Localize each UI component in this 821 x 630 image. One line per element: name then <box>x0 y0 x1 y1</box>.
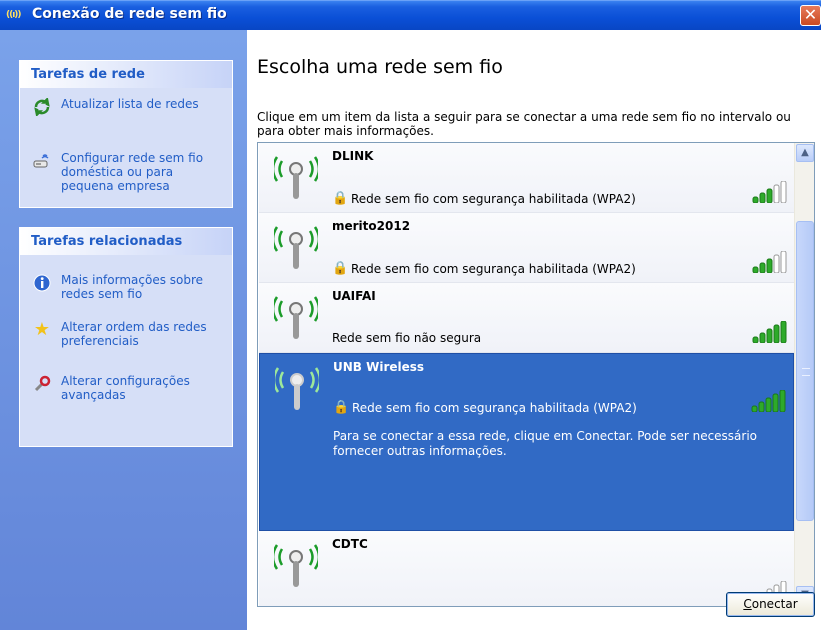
signal-bar <box>759 192 766 203</box>
refresh-network-list-link[interactable]: Atualizar lista de redes <box>32 97 211 117</box>
signal-strength-icon <box>752 181 787 203</box>
signal-bar <box>773 324 780 343</box>
signal-bar <box>759 332 766 343</box>
network-item-merito2012[interactable]: merito2012 🔒 Rede sem fio com segurança … <box>259 213 794 283</box>
sidebar: Tarefas de rede Atualizar lista de redes… <box>0 30 247 630</box>
wireless-antenna-icon <box>274 156 318 199</box>
network-name: merito2012 <box>332 219 411 233</box>
connect-button[interactable]: Conectar <box>726 592 815 617</box>
instructions-text: Clique em um item da lista a seguir para… <box>257 110 791 138</box>
network-name: CDTC <box>332 537 368 551</box>
related-tasks-panel: Tarefas relacionadas Mais informações so… <box>19 227 233 447</box>
signal-bar <box>751 405 758 412</box>
signal-bar <box>766 258 773 273</box>
wireless-antenna-icon <box>274 544 318 587</box>
title-bar: ((ı)) Conexão de rede sem fio ✕ <box>0 0 821 30</box>
signal-bar <box>779 390 786 412</box>
wireless-antenna-icon <box>275 367 319 410</box>
connect-label: onectar <box>751 597 798 611</box>
page-title: Escolha uma rede sem fio <box>257 56 503 78</box>
signal-bar <box>759 262 766 273</box>
signal-bar <box>752 266 759 273</box>
scroll-thumb[interactable] <box>796 221 814 521</box>
star-icon: ★ <box>33 319 51 340</box>
network-name: UAIFAI <box>332 289 376 303</box>
main-panel: Escolha uma rede sem fio Clique em um it… <box>247 30 821 630</box>
lock-icon: 🔒 <box>333 400 350 415</box>
network-status: 🔒 Rede sem fio com segurança habilitada … <box>333 400 637 416</box>
connect-accelerator: C <box>743 597 752 611</box>
signal-bar <box>752 196 759 203</box>
network-status: Rede sem fio não segura <box>332 331 481 345</box>
network-item-cdtc[interactable]: CDTC <box>259 531 794 606</box>
signal-bar <box>773 254 780 273</box>
change-order-link[interactable]: ★ Alterar ordem das redes preferenciais <box>32 320 211 348</box>
network-item-uaifai[interactable]: UAIFAI Rede sem fio não segura <box>259 283 794 353</box>
settings-icon <box>32 374 52 394</box>
signal-strength-icon <box>751 390 786 412</box>
network-name: UNB Wireless <box>333 360 425 374</box>
signal-bar <box>780 251 787 273</box>
network-tasks-header: Tarefas de rede <box>20 61 232 88</box>
signal-bar <box>773 184 780 203</box>
lock-icon: 🔒 <box>332 191 349 206</box>
network-status: 🔒 Rede sem fio com segurança habilitada … <box>332 261 636 277</box>
signal-bar <box>758 401 765 412</box>
wireless-antenna-icon <box>274 226 318 269</box>
network-list-scrollbar[interactable]: ▲ ▼ <box>794 143 814 606</box>
signal-bar <box>772 393 779 412</box>
setup-network-icon <box>32 151 52 171</box>
window-title: Conexão de rede sem fio <box>32 6 227 22</box>
advanced-settings-link[interactable]: Alterar configurações avançadas <box>32 374 211 402</box>
scroll-grip <box>802 368 810 376</box>
signal-strength-icon <box>752 321 787 343</box>
network-list[interactable]: DLINK 🔒 Rede sem fio com segurança habil… <box>257 142 815 607</box>
refresh-network-list-label: Atualizar lista de redes <box>61 97 199 111</box>
info-icon <box>32 273 52 293</box>
setup-network-link[interactable]: Configurar rede sem fio doméstica ou par… <box>32 151 211 193</box>
network-status-text: Rede sem fio com segurança habilitada (W… <box>352 401 637 415</box>
change-order-label: Alterar ordem das redes preferenciais <box>61 320 207 348</box>
related-tasks-header: Tarefas relacionadas <box>20 228 232 255</box>
setup-network-label: Configurar rede sem fio doméstica ou par… <box>61 151 204 193</box>
signal-strength-icon <box>752 251 787 273</box>
more-info-label: Mais informações sobre redes sem fio <box>61 273 204 301</box>
signal-bar <box>766 188 773 203</box>
network-status-text: Rede sem fio não segura <box>332 331 482 345</box>
refresh-icon <box>32 97 52 117</box>
network-item-unb-wireless[interactable]: UNB Wireless 🔒 Rede sem fio com seguranç… <box>259 353 794 531</box>
network-status: 🔒 Rede sem fio com segurança habilitada … <box>332 191 636 207</box>
wireless-antenna-icon <box>274 296 318 339</box>
network-name: DLINK <box>332 149 374 163</box>
signal-bar <box>752 336 759 343</box>
signal-bar <box>765 397 772 412</box>
signal-bar <box>780 321 787 343</box>
lock-icon: 🔒 <box>332 261 349 276</box>
signal-bar <box>780 181 787 203</box>
network-status-text: Rede sem fio com segurança habilitada (W… <box>351 262 636 276</box>
advanced-settings-label: Alterar configurações avançadas <box>61 374 190 402</box>
scroll-up-button[interactable]: ▲ <box>796 144 814 162</box>
network-item-dlink[interactable]: DLINK 🔒 Rede sem fio com segurança habil… <box>259 143 794 213</box>
signal-bar <box>766 328 773 343</box>
more-info-link[interactable]: Mais informações sobre redes sem fio <box>32 273 211 301</box>
network-detail-text: Para se conectar a essa rede, clique em … <box>333 429 758 458</box>
close-button[interactable]: ✕ <box>800 5 821 26</box>
network-tasks-panel: Tarefas de rede Atualizar lista de redes… <box>19 60 233 208</box>
network-status-text: Rede sem fio com segurança habilitada (W… <box>351 192 636 206</box>
